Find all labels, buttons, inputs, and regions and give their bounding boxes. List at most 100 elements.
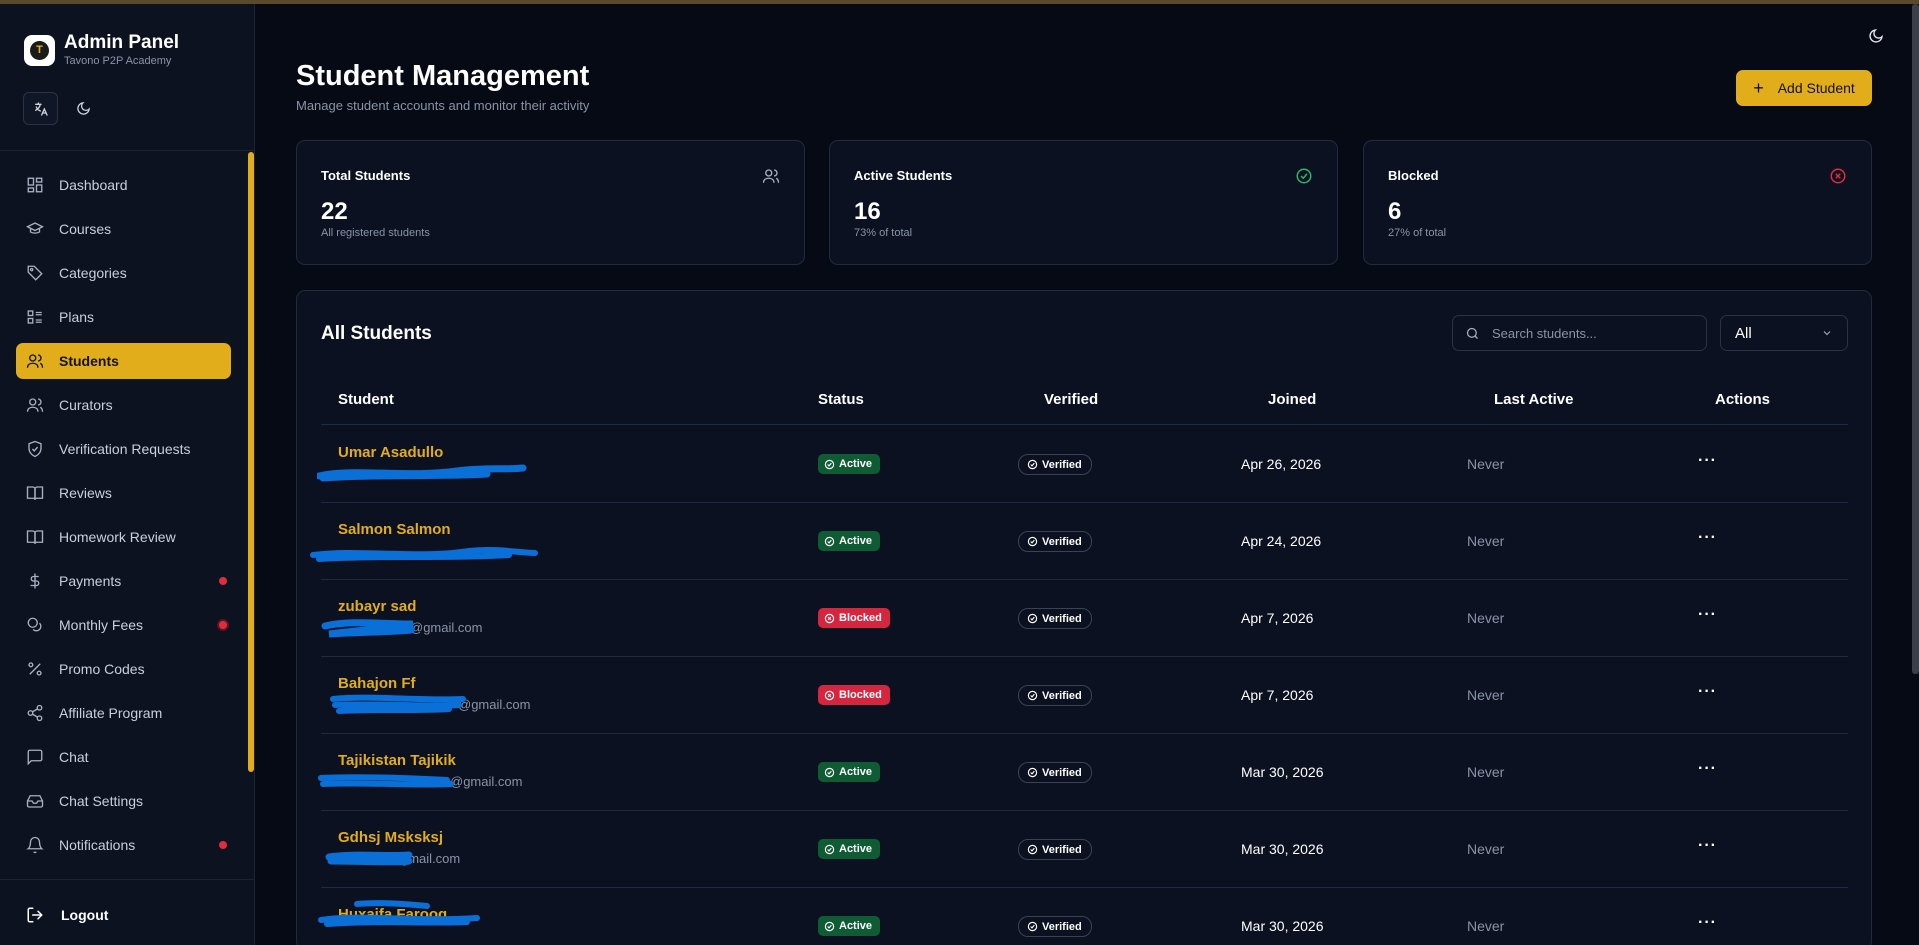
joined-date: Mar 30, 2026 — [1241, 841, 1324, 857]
page-scrollbar[interactable] — [1912, 4, 1919, 674]
row-actions-button[interactable]: ··· — [1698, 683, 1717, 701]
moon-icon — [77, 102, 90, 115]
search-input[interactable] — [1492, 325, 1682, 341]
student-name-link[interactable]: Umar Asadullo — [338, 444, 443, 461]
status-text: Active — [839, 766, 873, 778]
users-icon — [762, 169, 780, 183]
table-row[interactable]: Huxaifa Farooq Active Verified Mar 30, 2… — [318, 888, 1848, 945]
sidebar-item-students[interactable]: Students — [16, 343, 231, 379]
sidebar-item-notifications[interactable]: Notifications — [16, 827, 231, 863]
student-name-link[interactable]: Salmon Salmon — [338, 521, 451, 538]
table-row[interactable]: Tajikistan Tajikik @gmail.com Active Ver… — [318, 734, 1848, 811]
row-actions-button[interactable]: ··· — [1698, 760, 1717, 778]
sidebar-item-payments[interactable]: Payments — [16, 563, 231, 599]
sidebar-item-label: Courses — [59, 221, 112, 237]
logout-label: Logout — [61, 907, 109, 923]
sidebar-item-homework-review[interactable]: Homework Review — [16, 519, 231, 555]
coins-icon — [27, 617, 42, 632]
sidebar-item-verification-requests[interactable]: Verification Requests — [16, 431, 231, 467]
verified-badge: Verified — [1018, 762, 1092, 783]
row-actions-button[interactable]: ··· — [1698, 452, 1717, 470]
tag-icon — [27, 265, 43, 281]
list-icon — [27, 310, 42, 324]
stat-value: 6 — [1388, 198, 1402, 225]
percent-icon — [28, 662, 42, 676]
sidebar-scrollbar[interactable] — [248, 152, 254, 772]
search-box[interactable] — [1452, 315, 1707, 351]
stat-value: 22 — [321, 198, 348, 225]
verified-badge: Verified — [1018, 454, 1092, 475]
add-student-button[interactable]: + Add Student — [1736, 70, 1872, 106]
dashboard-icon — [27, 177, 43, 193]
stat-title: Blocked — [1388, 168, 1439, 183]
table-row[interactable]: Umar Asadullo Active Verified Apr 26, 20… — [317, 426, 1848, 503]
verified-badge: Verified — [1018, 531, 1092, 552]
panel-title: All Students — [321, 323, 432, 344]
sidebar-item-reviews[interactable]: Reviews — [16, 475, 231, 511]
logo-letter: T — [30, 40, 49, 60]
logout-button[interactable]: Logout — [26, 906, 108, 924]
redaction-scribble — [321, 619, 415, 638]
stat-title: Active Students — [854, 168, 953, 183]
table-row[interactable]: Bahajon Ff @gmail.com Blocked Verified A… — [321, 657, 1848, 734]
sidebar-divider — [0, 150, 255, 151]
x-circle-icon — [824, 690, 835, 700]
sidebar-item-categories[interactable]: Categories — [16, 255, 231, 291]
sidebar-item-chat-settings[interactable]: Chat Settings — [16, 783, 231, 819]
page-title: Student Management — [296, 60, 590, 92]
language-button[interactable] — [23, 92, 58, 125]
search-icon — [1466, 327, 1478, 339]
sidebar-item-courses[interactable]: Courses — [16, 211, 231, 247]
column-header-status: Status — [818, 391, 864, 408]
status-filter-select[interactable]: All — [1720, 315, 1848, 351]
redaction-scribble — [325, 851, 413, 866]
sidebar-item-promo-codes[interactable]: Promo Codes — [16, 651, 231, 687]
sidebar-item-curators[interactable]: Curators — [16, 387, 231, 423]
status-text: Active — [839, 920, 873, 932]
theme-toggle-button[interactable] — [66, 92, 101, 125]
row-actions-button[interactable]: ··· — [1698, 606, 1717, 624]
notification-dot — [219, 621, 227, 629]
sidebar-item-monthly-fees[interactable]: Monthly Fees — [16, 607, 231, 643]
plus-icon: + — [1753, 77, 1764, 98]
last-active: Never — [1467, 764, 1505, 780]
chat-icon — [27, 749, 43, 766]
sidebar-item-affiliate-program[interactable]: Affiliate Program — [16, 695, 231, 731]
dollar-icon — [30, 573, 40, 589]
sidebar-divider — [0, 879, 255, 880]
x-circle-icon — [824, 613, 835, 623]
redaction-scribble — [330, 694, 466, 714]
stat-subtext: 73% of total — [854, 227, 913, 239]
sidebar-item-plans[interactable]: Plans — [16, 299, 231, 335]
status-badge: Blocked — [818, 608, 890, 628]
x-circle-icon — [1830, 168, 1846, 184]
stat-subtext: 27% of total — [1388, 227, 1447, 239]
status-badge: Active — [818, 762, 881, 782]
row-actions-button[interactable]: ··· — [1698, 914, 1717, 932]
column-header-last-active: Last Active — [1494, 391, 1574, 408]
sidebar-item-chat[interactable]: Chat — [16, 739, 231, 775]
status-badge: Blocked — [818, 685, 890, 705]
check-circle-icon — [1027, 536, 1038, 547]
sidebar-nav: Dashboard Courses Categories Plans Stude… — [16, 167, 231, 871]
table-row[interactable]: zubayr sad @gmail.com Blocked Verified A… — [321, 580, 1848, 657]
table-row[interactable]: Salmon Salmon Active Verified Apr 24, 20… — [310, 503, 1848, 580]
sidebar-item-label: Chat Settings — [59, 793, 144, 809]
graduation-cap-icon — [26, 222, 44, 234]
row-actions-button[interactable]: ··· — [1698, 837, 1717, 855]
row-actions-button[interactable]: ··· — [1698, 529, 1717, 547]
student-name-link[interactable]: Tajikistan Tajikik — [338, 752, 456, 769]
check-circle-icon — [1296, 168, 1312, 184]
student-name-link[interactable]: Bahajon Ff — [338, 675, 416, 692]
students-panel: All Students All Student Status Verified… — [296, 290, 1872, 945]
table-row[interactable]: Gdhsj Msksksj gmail.com Active Verified … — [321, 811, 1848, 888]
student-name-link[interactable]: Gdhsj Msksksj — [338, 829, 443, 846]
column-header-student: Student — [338, 391, 394, 408]
theme-toggle-button[interactable] — [1868, 28, 1888, 48]
sidebar-item-dashboard[interactable]: Dashboard — [16, 167, 231, 203]
stat-card-active-students: Active Students 16 73% of total — [829, 140, 1338, 265]
student-name-link[interactable]: zubayr sad — [338, 598, 416, 615]
shield-check-icon — [28, 440, 42, 458]
sidebar-item-label: Students — [59, 353, 119, 369]
app-logo: T — [24, 34, 55, 66]
